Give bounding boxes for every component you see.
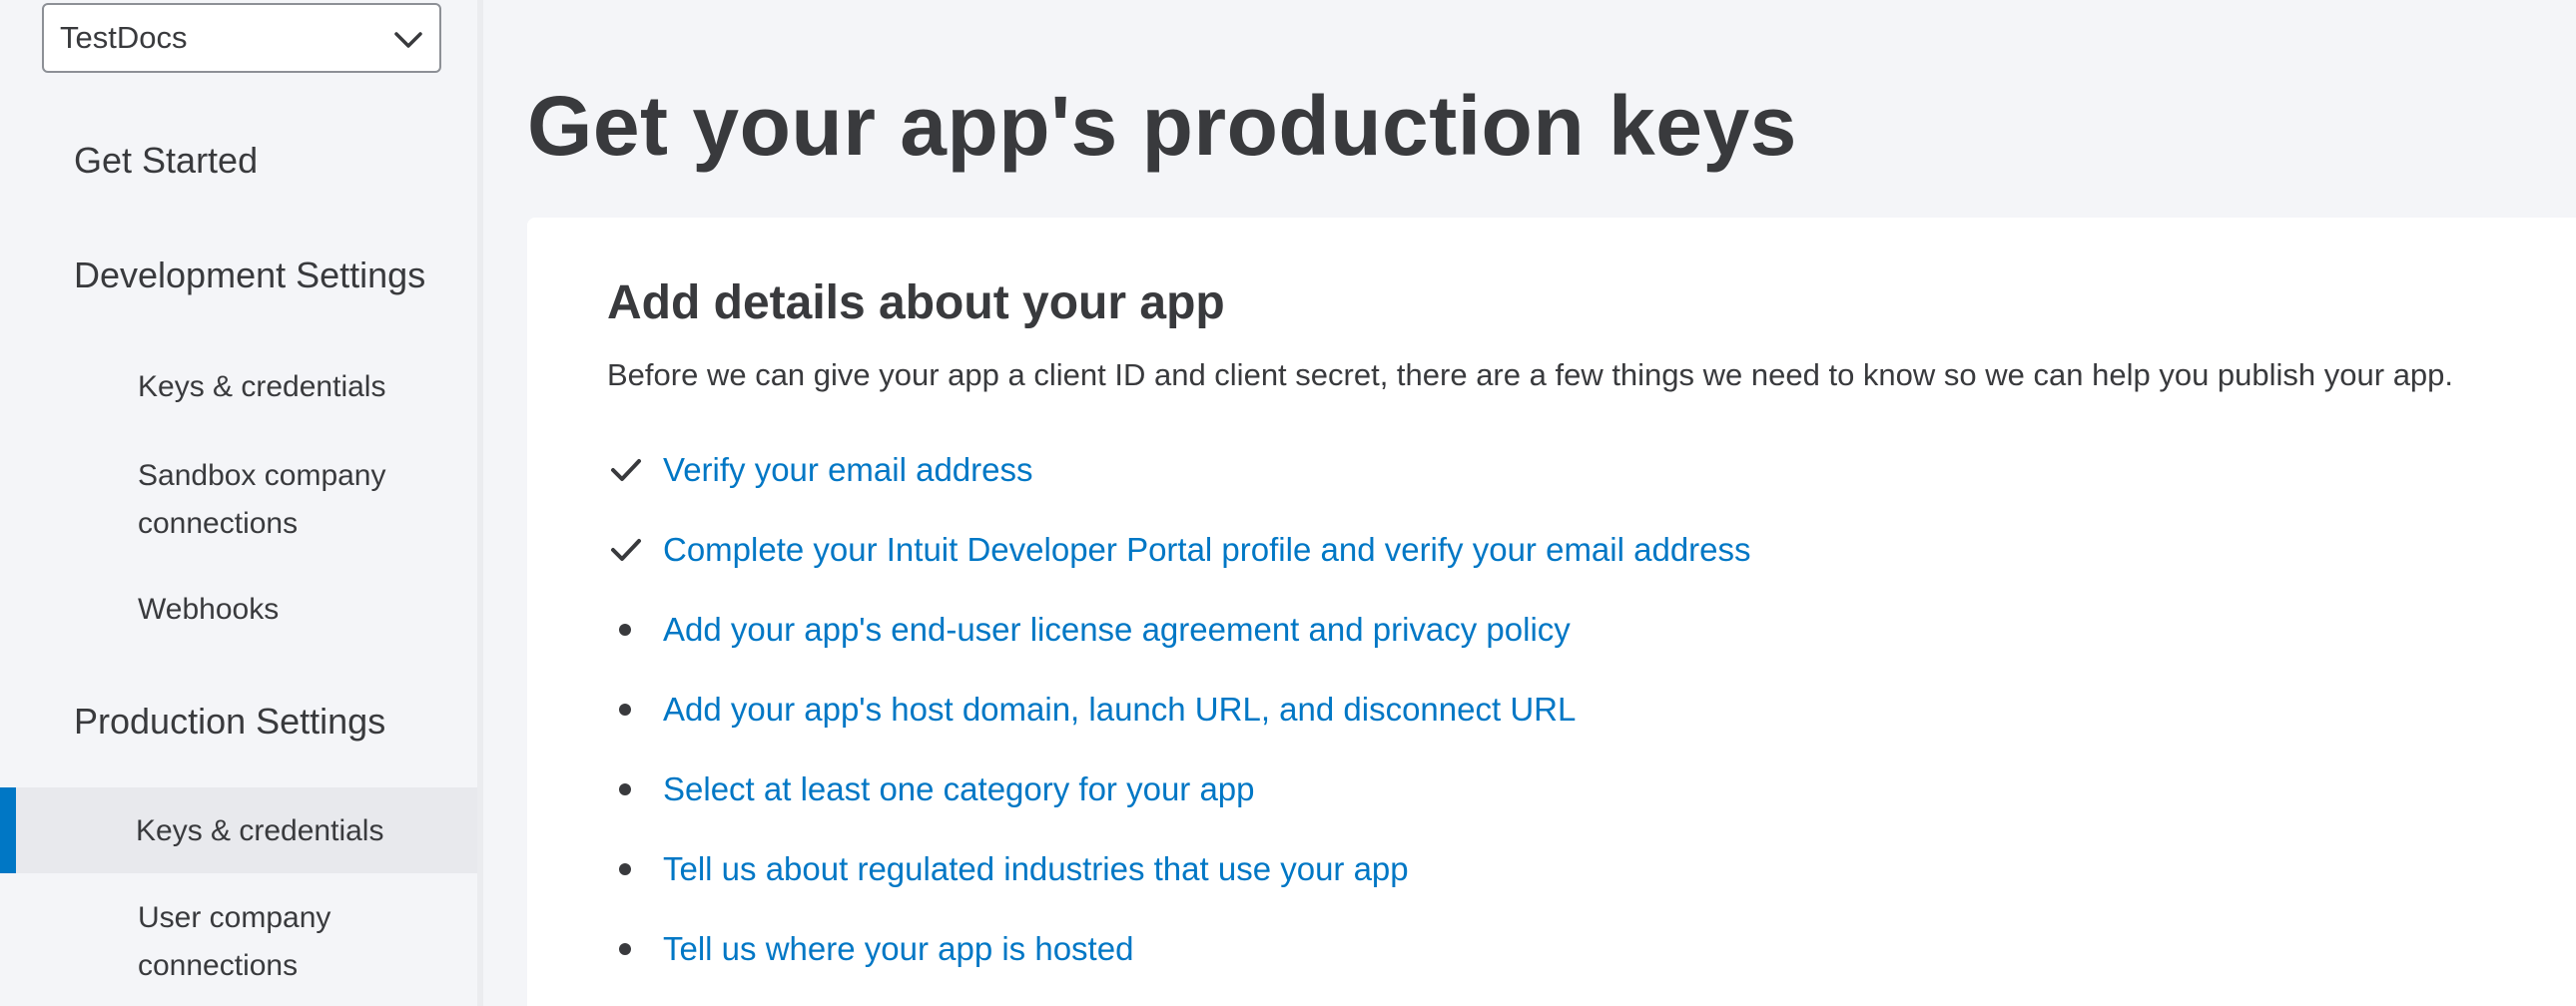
requirement-item: Complete your Intuit Developer Portal pr…	[607, 525, 1751, 575]
requirement-item: Add your app's host domain, launch URL, …	[607, 685, 1576, 735]
requirement-item: Select at least one category for your ap…	[607, 764, 1255, 814]
nav-production-settings[interactable]: Production Settings	[74, 701, 385, 743]
select-category-link[interactable]: Select at least one category for your ap…	[663, 770, 1255, 808]
checkmark-icon	[611, 459, 641, 481]
requirement-item: Tell us where your app is hosted	[607, 924, 1133, 974]
nav-webhooks[interactable]: Webhooks	[138, 586, 437, 634]
sidebar: TestDocs Get Started Development Setting…	[0, 0, 483, 1006]
page-title: Get your app's production keys	[527, 79, 1797, 173]
nav-dev-keys-credentials[interactable]: Keys & credentials	[138, 363, 437, 411]
regulated-industries-link[interactable]: Tell us about regulated industries that …	[663, 850, 1409, 888]
bullet-icon	[619, 943, 631, 955]
nav-prod-keys-credentials[interactable]: Keys & credentials	[136, 807, 435, 855]
card-description: Before we can give your app a client ID …	[607, 357, 2454, 392]
app-hosting-link[interactable]: Tell us where your app is hosted	[663, 930, 1133, 968]
bullet-icon	[619, 624, 631, 636]
requirements-card: Add details about your app Before we can…	[527, 218, 2576, 1006]
requirement-item: Add your app's end-user license agreemen…	[607, 605, 1571, 655]
checkmark-icon	[611, 539, 641, 561]
active-nav-indicator	[0, 787, 16, 873]
bullet-icon	[619, 704, 631, 716]
nav-sandbox-company-connections[interactable]: Sandbox company connections	[138, 452, 437, 548]
nav-development-settings[interactable]: Development Settings	[74, 254, 425, 296]
host-domain-urls-link[interactable]: Add your app's host domain, launch URL, …	[663, 691, 1576, 729]
requirement-item: Tell us about regulated industries that …	[607, 844, 1409, 894]
nav-user-company-connections[interactable]: User company connections	[138, 894, 437, 990]
app-selector-value: TestDocs	[60, 20, 188, 55]
verify-email-link[interactable]: Verify your email address	[663, 451, 1033, 489]
requirement-item: Verify your email address	[607, 445, 1033, 495]
complete-profile-link[interactable]: Complete your Intuit Developer Portal pr…	[663, 531, 1751, 569]
app-selector-dropdown[interactable]: TestDocs	[42, 3, 441, 73]
chevron-down-icon	[394, 32, 422, 48]
card-title: Add details about your app	[607, 276, 1225, 329]
nav-get-started[interactable]: Get Started	[74, 140, 258, 182]
bullet-icon	[619, 863, 631, 875]
license-privacy-link[interactable]: Add your app's end-user license agreemen…	[663, 611, 1571, 649]
bullet-icon	[619, 783, 631, 795]
